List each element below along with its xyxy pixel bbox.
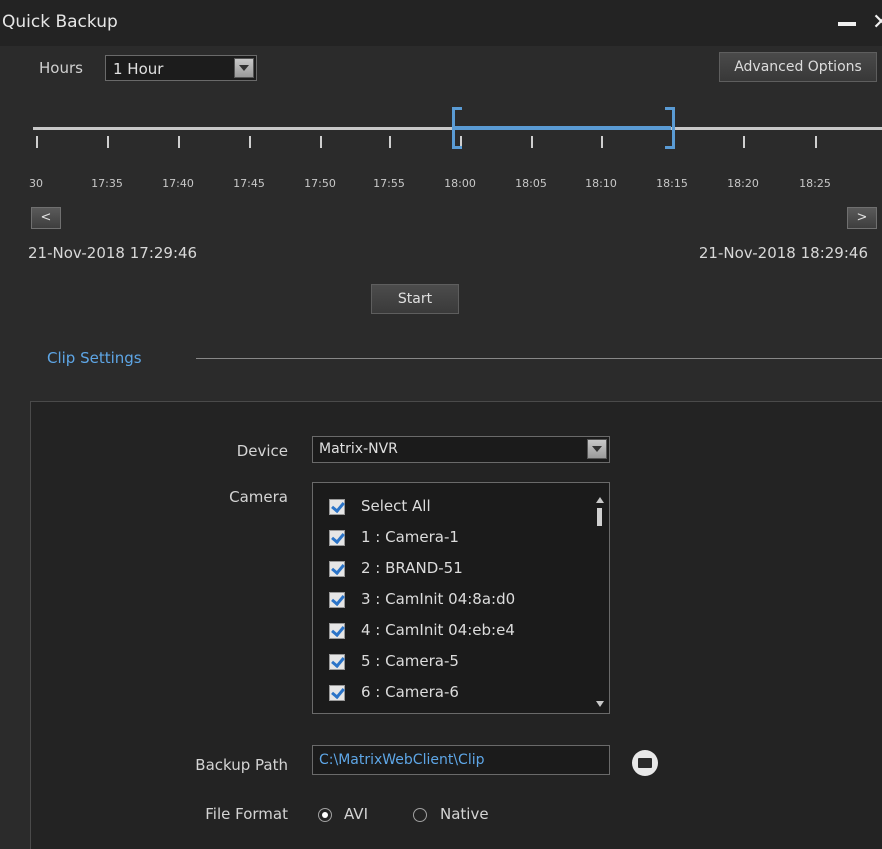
scrollbar-thumb[interactable] [597,508,602,526]
tick-label: 18:10 [585,177,617,190]
device-label: Device [236,442,288,460]
checkbox-checked-icon[interactable] [329,499,345,515]
device-dropdown[interactable]: Matrix-NVR [312,436,610,463]
file-format-label: File Format [205,805,288,823]
radio-native[interactable] [413,808,427,822]
camera-item-label: 6 : Camera-6 [361,683,459,701]
checkbox-checked-icon[interactable] [329,561,345,577]
checkbox-checked-icon[interactable] [329,592,345,608]
tick-label: 17:55 [373,177,405,190]
title-bar: Quick Backup ✕ [0,0,882,46]
checkbox-checked-icon[interactable] [329,623,345,639]
tick-label: 18:00 [444,177,476,190]
scroll-up-icon[interactable] [596,497,604,503]
camera-item-label: 3 : CamInit 04:8a:d0 [361,590,516,608]
hours-value: 1 Hour [113,60,164,78]
timeline-prev-button[interactable]: < [31,207,61,229]
tick-label: 17:35 [91,177,123,190]
timeline-tick [601,136,603,148]
backup-path-label: Backup Path [195,756,288,774]
selection-end-handle[interactable] [665,107,675,149]
tick-label: 17:45 [233,177,265,190]
folder-browse-icon[interactable] [632,750,658,776]
start-button[interactable]: Start [371,284,459,314]
timeline-tick [107,136,109,148]
camera-list[interactable]: Select All 1 : Camera-1 2 : BRAND-51 3 :… [312,482,610,714]
chevron-down-icon[interactable] [234,58,254,78]
camera-item-label: 2 : BRAND-51 [361,559,463,577]
tick-label: 18:25 [799,177,831,190]
timeline-tick [249,136,251,148]
minimize-icon[interactable] [838,22,856,26]
chevron-down-icon[interactable] [587,439,607,459]
backup-path-input[interactable] [312,745,610,775]
timeline-selection[interactable] [455,126,671,130]
scroll-down-icon[interactable] [596,701,604,707]
radio-avi-label: AVI [344,805,368,823]
timeline-tick [815,136,817,148]
tick-label: 18:05 [515,177,547,190]
close-icon[interactable]: ✕ [872,10,882,35]
camera-item-label: 4 : CamInit 04:eb:e4 [361,621,515,639]
hours-dropdown[interactable]: 1 Hour [105,55,257,81]
radio-avi[interactable] [318,808,332,822]
timeline-next-button[interactable]: > [847,207,877,229]
advanced-options-button[interactable]: Advanced Options [719,52,877,82]
timeline-tick [743,136,745,148]
radio-native-label: Native [440,805,489,823]
timeline-tick [389,136,391,148]
timeline-tick [178,136,180,148]
camera-item-label: 1 : Camera-1 [361,528,459,546]
device-value: Matrix-NVR [319,441,398,457]
range-start-date: 21-Nov-2018 17:29:46 [28,244,198,262]
timeline-tick [320,136,322,148]
hours-label: Hours [39,59,83,77]
range-end-date: 21-Nov-2018 18:29:46 [698,244,868,262]
clip-settings-title: Clip Settings [47,349,142,367]
timeline-tick [531,136,533,148]
timeline-tick [36,136,38,148]
tick-label: 17:40 [162,177,194,190]
tick-label: 18:20 [727,177,759,190]
checkbox-checked-icon[interactable] [329,654,345,670]
tick-label: 30 [29,177,43,190]
camera-label: Camera [229,488,288,506]
checkbox-checked-icon[interactable] [329,530,345,546]
section-divider [196,358,882,359]
selection-start-handle[interactable] [452,107,462,149]
checkbox-checked-icon[interactable] [329,685,345,701]
window-title: Quick Backup [2,12,118,32]
tick-label: 18:15 [656,177,688,190]
tick-label: 17:50 [304,177,336,190]
camera-item-label: Select All [361,497,431,515]
camera-item-label: 5 : Camera-5 [361,652,459,670]
